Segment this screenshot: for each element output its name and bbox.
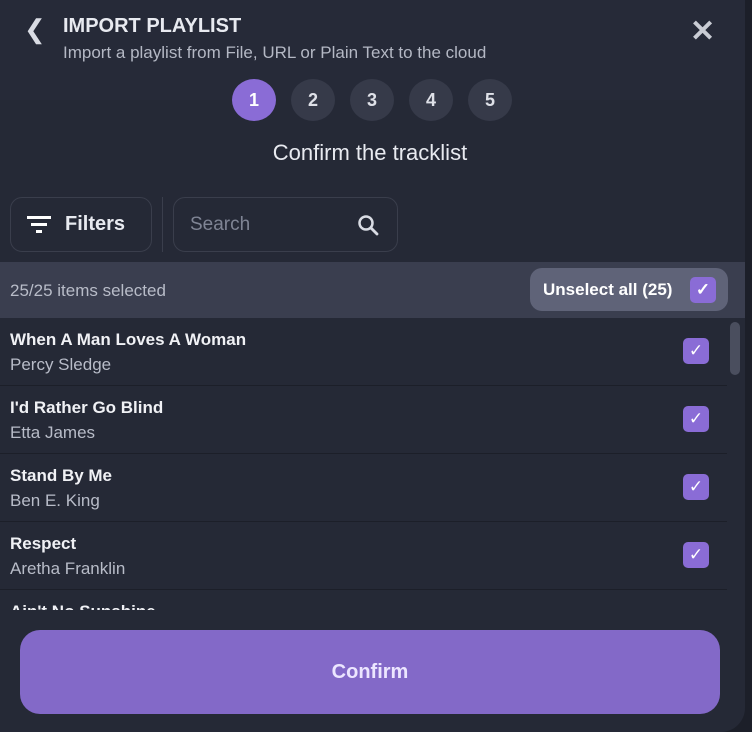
filter-icon: [27, 215, 51, 233]
track-title: Respect: [10, 534, 77, 553]
filters-label: Filters: [65, 213, 126, 235]
step-4[interactable]: 4: [409, 79, 453, 121]
filters-button[interactable]: Filters: [10, 197, 152, 252]
track-artist: Percy Sledge: [10, 355, 112, 374]
search-icon[interactable]: [357, 214, 379, 236]
selected-count: 25/25 items selected: [10, 281, 166, 300]
track-row[interactable]: Ain't No Sunshine✓: [0, 590, 727, 610]
unselect-all-label: Unselect all (25): [543, 279, 673, 299]
search-box: [173, 197, 398, 252]
step-5[interactable]: 5: [468, 79, 512, 121]
dialog-subtitle: Import a playlist from File, URL or Plai…: [63, 43, 487, 62]
back-icon[interactable]: ❮: [24, 14, 46, 45]
divider: [162, 197, 163, 252]
step-3[interactable]: 3: [350, 79, 394, 121]
checkbox-checked-icon[interactable]: ✓: [690, 277, 716, 303]
track-title: I'd Rather Go Blind: [10, 398, 164, 417]
confirm-button[interactable]: Confirm: [20, 630, 720, 714]
track-title: When A Man Loves A Woman: [10, 330, 247, 349]
stepper: 1 2 3 4 5: [232, 79, 512, 121]
checkbox-checked-icon[interactable]: ✓: [683, 542, 709, 568]
unselect-all-button[interactable]: Unselect all (25) ✓: [530, 268, 728, 311]
step-2[interactable]: 2: [291, 79, 335, 121]
import-playlist-dialog: ❮ IMPORT PLAYLIST Import a playlist from…: [0, 0, 745, 732]
track-artist: Aretha Franklin: [10, 559, 126, 578]
track-artist: Ben E. King: [10, 491, 100, 510]
track-row[interactable]: I'd Rather Go Blind Etta James ✓: [0, 386, 727, 454]
track-title: Ain't No Sunshine: [10, 602, 156, 610]
scrollbar[interactable]: [730, 322, 740, 612]
scrollbar-thumb[interactable]: [730, 322, 740, 375]
track-title: Stand By Me: [10, 466, 113, 485]
dialog-title: IMPORT PLAYLIST: [63, 15, 242, 37]
track-list: When A Man Loves A Woman Percy Sledge ✓ I'…: [0, 318, 727, 610]
track-row[interactable]: Respect Aretha Franklin ✓: [0, 522, 727, 590]
selection-bar: 25/25 items selected Unselect all (25) ✓: [0, 262, 745, 318]
checkbox-checked-icon[interactable]: ✓: [683, 474, 709, 500]
checkbox-checked-icon[interactable]: ✓: [683, 338, 709, 364]
search-input[interactable]: [190, 198, 350, 251]
track-row[interactable]: When A Man Loves A Woman Percy Sledge ✓: [0, 318, 727, 386]
track-row[interactable]: Stand By Me Ben E. King ✓: [0, 454, 727, 522]
track-artist: Etta James: [10, 423, 96, 442]
checkbox-checked-icon[interactable]: ✓: [683, 406, 709, 432]
step-1[interactable]: 1: [232, 79, 276, 121]
step-heading: Confirm the tracklist: [272, 140, 468, 165]
close-icon[interactable]: ✕: [690, 14, 715, 49]
